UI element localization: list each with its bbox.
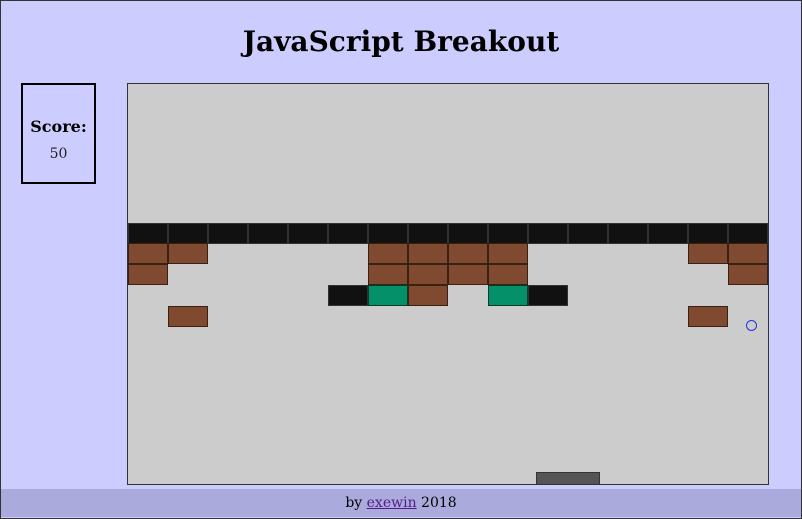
brick-black	[528, 223, 568, 244]
brick-brown	[688, 243, 728, 264]
brick-black	[688, 223, 728, 244]
brick-brown	[488, 243, 528, 264]
brick-brown	[728, 243, 768, 264]
brick-brown	[688, 306, 728, 327]
brick-green	[488, 285, 528, 306]
brick-brown	[448, 243, 488, 264]
brick-brown	[408, 285, 448, 306]
score-panel: Score: 50	[21, 83, 96, 184]
brick-brown	[368, 264, 408, 285]
score-value: 50	[49, 146, 68, 162]
brick-green	[368, 285, 408, 306]
brick-black	[488, 223, 528, 244]
brick-brown	[168, 243, 208, 264]
brick-black	[728, 223, 768, 244]
ball	[746, 320, 757, 331]
brick-brown	[168, 306, 208, 327]
brick-black	[128, 223, 168, 244]
score-label: Score:	[30, 117, 87, 136]
brick-black	[208, 223, 248, 244]
brick-black	[248, 223, 288, 244]
brick-black	[448, 223, 488, 244]
brick-black	[408, 223, 448, 244]
page-title: JavaScript Breakout	[242, 25, 560, 58]
footer: by exewin 2018	[1, 489, 801, 517]
brick-brown	[408, 264, 448, 285]
brick-black	[168, 223, 208, 244]
footer-prefix: by	[345, 495, 363, 511]
brick-black	[608, 223, 648, 244]
brick-black	[568, 223, 608, 244]
brick-brown	[488, 264, 528, 285]
brick-black	[648, 223, 688, 244]
brick-black	[328, 223, 368, 244]
brick-brown	[448, 264, 488, 285]
footer-year: 2018	[421, 495, 457, 511]
brick-brown	[408, 243, 448, 264]
brick-black	[528, 285, 568, 306]
brick-brown	[728, 264, 768, 285]
paddle[interactable]	[536, 472, 600, 484]
brick-black	[328, 285, 368, 306]
brick-black	[288, 223, 328, 244]
brick-brown	[128, 243, 168, 264]
game-canvas[interactable]	[127, 83, 769, 485]
brick-brown	[128, 264, 168, 285]
brick-brown	[368, 243, 408, 264]
author-link[interactable]: exewin	[367, 495, 417, 511]
brick-black	[368, 223, 408, 244]
